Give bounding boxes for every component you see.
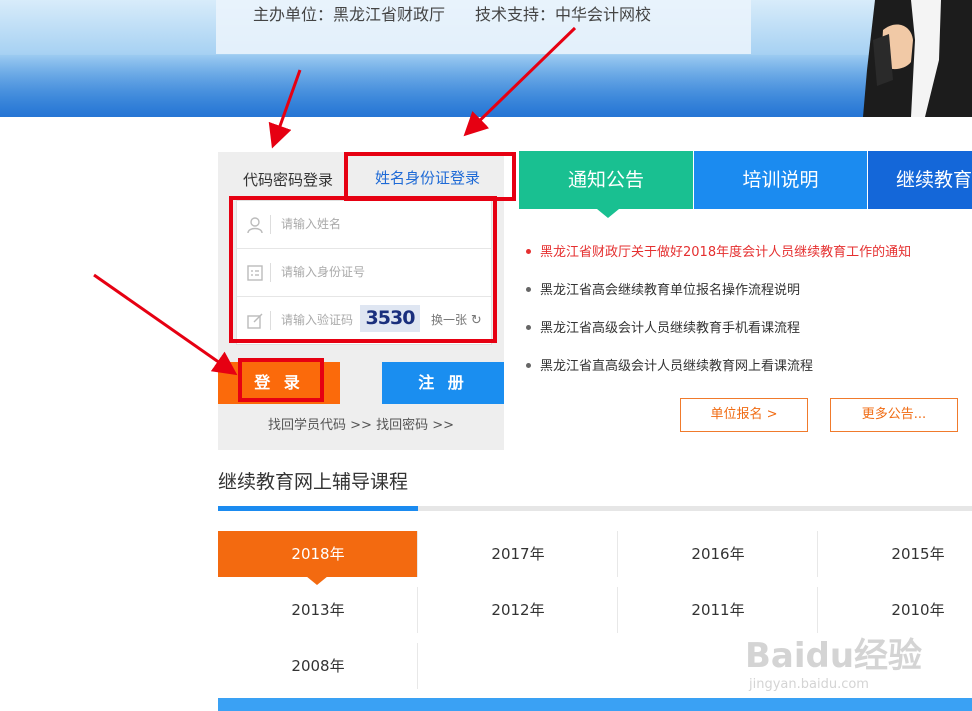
- notice-list: 黑龙江省财政厅关于做好2018年度会计人员继续教育工作的通知 黑龙江省高会继续教…: [526, 241, 911, 393]
- watermark-url: jingyan.baidu.com: [749, 677, 869, 692]
- notice-item[interactable]: 黑龙江省高级会计人员继续教育手机看课流程: [526, 317, 911, 355]
- notice-item[interactable]: 黑龙江省高会继续教育单位报名操作流程说明: [526, 279, 911, 317]
- login-fields: 请输入姓名 请输入身份证号 请输入验证码 3530 换一张 ↻: [236, 200, 492, 345]
- captcha-image[interactable]: 3530: [360, 305, 420, 332]
- courses-title-bar-active: [218, 506, 418, 511]
- notice-item[interactable]: 黑龙江省直高级会计人员继续教育网上看课流程: [526, 355, 911, 393]
- edit-icon: [247, 313, 263, 329]
- header-banner: 主办单位：黑龙江省财政厅 技术支持：中华会计网校: [0, 0, 972, 117]
- recover-links[interactable]: 找回学员代码 >> 找回密码 >>: [218, 414, 504, 433]
- year-divider: [817, 587, 818, 633]
- arrow-login: [93, 273, 238, 376]
- year-tab-2016[interactable]: 2016年: [618, 531, 818, 577]
- year-divider: [417, 531, 418, 577]
- active-tab-pointer: [597, 209, 619, 218]
- tab-name-id-login[interactable]: 姓名身份证登录: [346, 154, 509, 198]
- baidu-jingyan-watermark: Baidu经验 jingyan.baidu.com: [745, 628, 922, 692]
- selected-year-pointer: [306, 576, 328, 585]
- year-divider: [617, 587, 618, 633]
- year-divider: [417, 587, 418, 633]
- register-button[interactable]: 注 册: [382, 362, 504, 404]
- field-divider: [270, 215, 271, 234]
- tab-training[interactable]: 培训说明: [694, 151, 867, 209]
- courses-title: 继续教育网上辅导课程: [218, 471, 409, 493]
- year-tab-2012[interactable]: 2012年: [418, 587, 618, 633]
- support-text: 技术支持：中华会计网校: [475, 5, 652, 24]
- notice-item[interactable]: 黑龙江省财政厅关于做好2018年度会计人员继续教育工作的通知: [526, 241, 911, 279]
- name-placeholder: 请输入姓名: [281, 217, 342, 231]
- year-tab-2011[interactable]: 2011年: [618, 587, 818, 633]
- captcha-field[interactable]: 请输入验证码 3530 换一张 ↻: [237, 297, 491, 344]
- field-divider: [270, 311, 271, 330]
- more-notices-button[interactable]: 更多公告...: [830, 398, 958, 432]
- year-tab-2015[interactable]: 2015年: [818, 531, 972, 577]
- login-panel: 代码密码登录 姓名身份证登录 请输入姓名 请输入身份证号 请输入验证码 3530…: [218, 152, 504, 450]
- notice-item-text: 黑龙江省高会继续教育单位报名操作流程说明: [540, 283, 801, 298]
- id-placeholder: 请输入身份证号: [281, 265, 366, 279]
- captcha-placeholder: 请输入验证码: [281, 313, 354, 327]
- businesswoman-image: [863, 0, 972, 117]
- login-button[interactable]: 登 录: [218, 362, 340, 404]
- tab-notice[interactable]: 通知公告: [519, 151, 693, 209]
- captcha-refresh-link[interactable]: 换一张 ↻: [431, 311, 482, 328]
- year-divider: [617, 531, 618, 577]
- bullet-icon: [526, 248, 531, 254]
- notice-item-text: 黑龙江省高级会计人员继续教育手机看课流程: [540, 321, 801, 336]
- year-divider: [417, 643, 418, 689]
- id-card-icon: [247, 265, 263, 281]
- user-icon: [247, 217, 263, 234]
- year-tab-2008[interactable]: 2008年: [218, 643, 418, 689]
- refresh-icon: ↻: [470, 313, 482, 328]
- notice-item-text: 黑龙江省财政厅关于做好2018年度会计人员继续教育工作的通知: [540, 245, 912, 260]
- year-tab-2017[interactable]: 2017年: [418, 531, 618, 577]
- bullet-icon: [526, 324, 531, 330]
- notice-tabs: 通知公告 培训说明 继续教育: [519, 151, 972, 209]
- bullet-icon: [526, 286, 531, 292]
- host-text: 主办单位：黑龙江省财政厅: [253, 5, 446, 24]
- captcha-refresh-label: 换一张: [431, 313, 468, 327]
- year-tab-2018[interactable]: 2018年: [218, 531, 418, 577]
- id-number-field[interactable]: 请输入身份证号: [237, 249, 491, 297]
- notice-item-text: 黑龙江省直高级会计人员继续教育网上看课流程: [540, 359, 814, 374]
- tab-continuing-education[interactable]: 继续教育: [868, 151, 972, 209]
- unit-signup-button[interactable]: 单位报名 >: [680, 398, 808, 432]
- bullet-icon: [526, 362, 531, 368]
- name-field[interactable]: 请输入姓名: [237, 201, 491, 249]
- year-tab-2010[interactable]: 2010年: [818, 587, 972, 633]
- field-divider: [270, 263, 271, 282]
- header-info: 主办单位：黑龙江省财政厅 技术支持：中华会计网校: [253, 1, 681, 25]
- year-tab-2013[interactable]: 2013年: [218, 587, 418, 633]
- bottom-bar: [218, 698, 972, 711]
- watermark-logo: Baidu经验: [745, 636, 923, 676]
- year-divider: [817, 531, 818, 577]
- courses-title-bar: [218, 506, 972, 511]
